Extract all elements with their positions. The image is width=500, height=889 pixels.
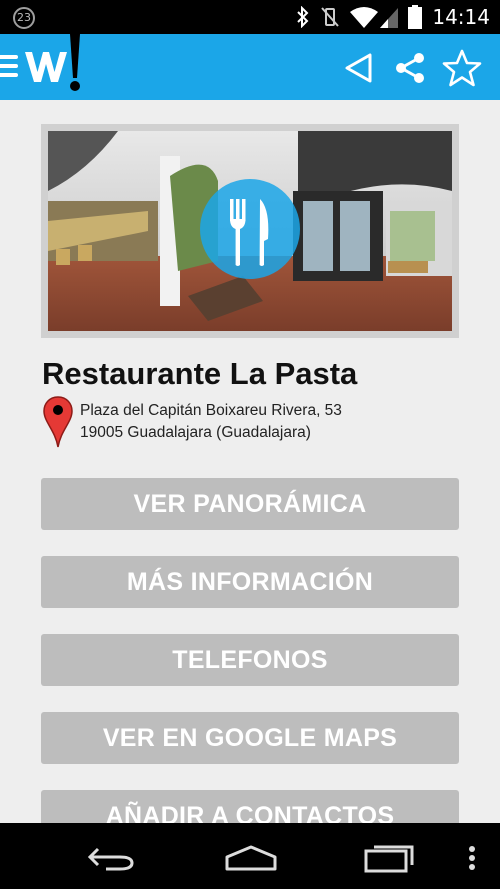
restaurant-badge (200, 179, 300, 279)
address-line-1: Plaza del Capitán Boixareu Rivera, 53 (80, 402, 342, 419)
share-icon[interactable] (392, 50, 428, 86)
google-maps-button[interactable]: VER EN GOOGLE MAPS (41, 712, 459, 764)
more-info-button[interactable]: MÁS INFORMACIÓN (41, 556, 459, 608)
add-contacts-button[interactable]: AÑADIR A CONTACTOS (41, 790, 459, 823)
app-bar (0, 34, 500, 100)
recent-apps-icon[interactable] (364, 843, 416, 878)
menu-icon[interactable] (0, 55, 18, 77)
panorama-image (48, 131, 452, 331)
status-bar: 23 14:14 (0, 0, 500, 34)
cell-signal-icon (380, 6, 399, 28)
map-pin-icon (43, 396, 73, 448)
status-icons: 14:14 (296, 0, 500, 34)
overflow-menu-icon[interactable] (468, 845, 476, 876)
back-icon[interactable] (86, 843, 136, 878)
phones-button[interactable]: TELEFONOS (41, 634, 459, 686)
system-nav-bar (0, 823, 500, 889)
star-outline-icon[interactable] (442, 48, 482, 88)
notification-count-badge: 23 (13, 7, 35, 29)
bluetooth-icon (296, 6, 310, 28)
view-panoramic-button[interactable]: VER PANORÁMICA (41, 478, 459, 530)
logo-icon[interactable] (22, 34, 86, 96)
back-triangle-icon[interactable] (342, 50, 378, 86)
home-icon[interactable] (224, 845, 278, 876)
battery-icon (408, 5, 423, 29)
wifi-icon (350, 6, 379, 28)
panorama-preview[interactable] (41, 124, 459, 338)
place-title: Restaurante La Pasta (42, 356, 358, 391)
address-line-2: 19005 Guadalajara (Guadalajara) (80, 424, 311, 441)
place-address: Plaza del Capitán Boixareu Rivera, 53 19… (80, 400, 342, 444)
content-area: Restaurante La Pasta Plaza del Capitán B… (0, 100, 500, 823)
vibrate-off-icon (320, 6, 340, 28)
status-time: 14:14 (432, 5, 490, 29)
